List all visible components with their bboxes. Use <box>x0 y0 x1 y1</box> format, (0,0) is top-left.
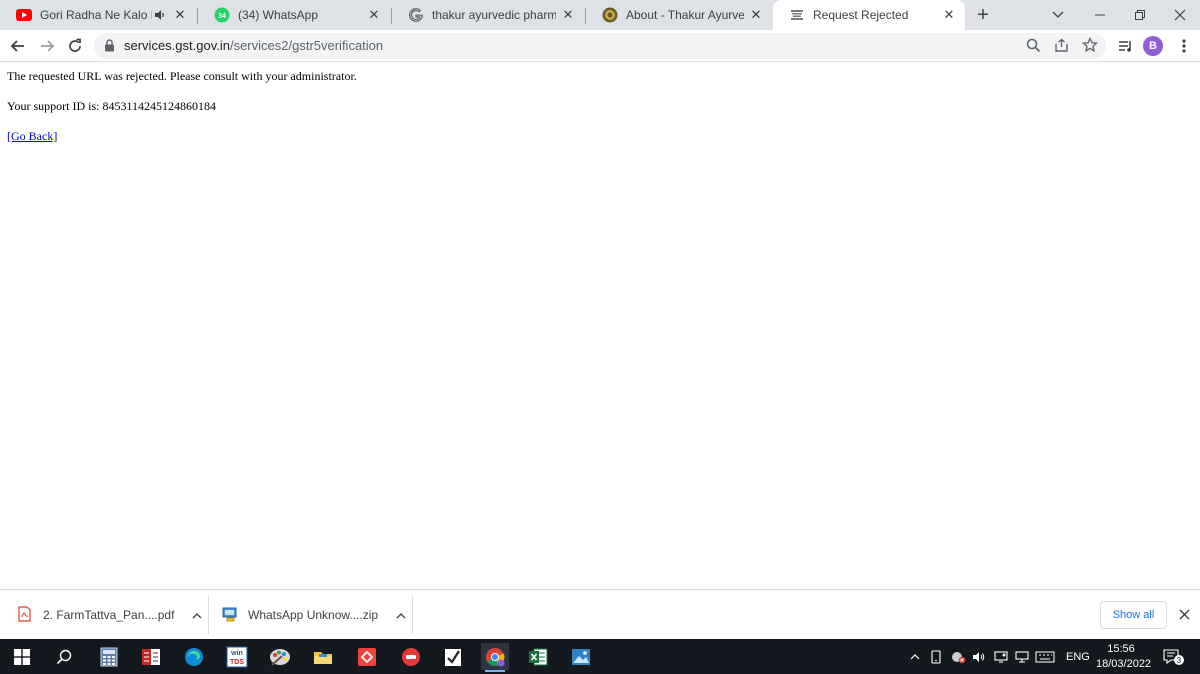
download-separator <box>412 596 413 634</box>
emblem-icon <box>789 7 805 23</box>
speaker-icon[interactable] <box>154 9 168 21</box>
close-tab-icon[interactable]: ✕ <box>560 7 576 23</box>
close-tab-icon[interactable]: ✕ <box>172 7 188 23</box>
pdf-file-icon <box>18 605 31 625</box>
display-icon[interactable] <box>994 639 1008 674</box>
notifications-count: 3 <box>1177 656 1182 665</box>
back-arrow-icon[interactable] <box>6 34 30 58</box>
menu-kebab-icon[interactable] <box>1172 34 1196 58</box>
clock-time: 15:56 <box>1107 643 1135 655</box>
tab-strip: Gori Radha Ne Kalo Kaan ✕ 34 (34) WhatsA… <box>0 0 1200 30</box>
keyboard-icon[interactable] <box>1035 639 1055 674</box>
close-tab-icon[interactable]: ✕ <box>366 7 382 23</box>
close-shelf-icon[interactable] <box>1175 605 1193 623</box>
search-icon[interactable] <box>50 643 78 670</box>
restore-icon[interactable] <box>1118 0 1162 30</box>
download-filename: 2. FarmTattva_Pan....pdf <box>43 608 175 622</box>
url-host: services.gst.gov.in <box>124 38 230 53</box>
tab-title: thakur ayurvedic pharmacy p <box>432 8 556 22</box>
download-item-zip[interactable]: WhatsApp Unknow....zip <box>222 590 406 640</box>
taskbar-clock[interactable]: 15:56 18/03/2022 <box>1096 642 1152 672</box>
browser-toolbar: services.gst.gov.in/services2/gstr5verif… <box>0 30 1200 62</box>
tab-title: Request Rejected <box>813 8 909 22</box>
bookmark-star-icon[interactable] <box>1081 36 1099 58</box>
tab-title: Gori Radha Ne Kalo Kaan <box>40 8 152 22</box>
close-window-icon[interactable] <box>1158 0 1200 30</box>
file-explorer-icon[interactable] <box>309 643 337 670</box>
windows-start-icon[interactable] <box>8 643 36 670</box>
input-language-indicator[interactable]: ENG <box>1066 639 1090 674</box>
chrome-icon[interactable] <box>481 643 509 672</box>
profile-avatar[interactable]: B <box>1143 36 1163 56</box>
rejection-message: The requested URL was rejected. Please c… <box>7 69 357 83</box>
paint-palette-icon[interactable] <box>266 643 294 670</box>
screen: Gori Radha Ne Kalo Kaan ✕ 34 (34) WhatsA… <box>0 0 1200 674</box>
forward-arrow-icon[interactable] <box>35 34 59 58</box>
tab-about[interactable]: About - Thakur Ayurvedic Ph ✕ <box>586 0 772 30</box>
network-icon[interactable] <box>1015 639 1029 674</box>
win-tds-bottom-label: TDS <box>230 659 244 666</box>
address-bar[interactable]: services.gst.gov.in/services2/gstr5verif… <box>94 33 1106 59</box>
phone-link-icon[interactable] <box>930 639 942 674</box>
win-tds-top-label: win <box>230 650 243 657</box>
tab-google-search[interactable]: thakur ayurvedic pharmacy p ✕ <box>392 0 584 30</box>
download-separator <box>208 596 209 634</box>
excel-icon[interactable] <box>524 643 552 670</box>
download-filename: WhatsApp Unknow....zip <box>248 608 379 622</box>
security-alert-icon[interactable] <box>950 639 966 674</box>
zip-file-icon <box>222 606 238 625</box>
google-icon <box>408 7 424 23</box>
tab-request-rejected[interactable]: Request Rejected ✕ <box>773 0 965 30</box>
tab-whatsapp[interactable]: 34 (34) WhatsApp ✕ <box>198 0 390 30</box>
photos-icon[interactable] <box>567 643 595 670</box>
page-content: The requested URL was rejected. Please c… <box>0 63 1200 589</box>
volume-icon[interactable] <box>972 639 986 674</box>
whatsapp-icon: 34 <box>214 7 230 23</box>
checklist-icon[interactable] <box>439 643 467 670</box>
address-url: services.gst.gov.in/services2/gstr5verif… <box>124 38 383 53</box>
support-id: Your support ID is: 8453114245124860184 <box>7 99 217 113</box>
reload-icon[interactable] <box>63 34 87 58</box>
seal-icon <box>602 7 618 23</box>
notifications-icon[interactable]: 3 <box>1163 639 1185 674</box>
calculator-icon[interactable] <box>95 643 123 670</box>
download-shelf: 2. FarmTattva_Pan....pdf WhatsApp Unknow… <box>0 589 1200 639</box>
reading-list-icon[interactable] <box>1114 34 1138 58</box>
close-tab-icon[interactable]: ✕ <box>748 7 764 23</box>
tab-youtube[interactable]: Gori Radha Ne Kalo Kaan ✕ <box>0 0 196 30</box>
share-icon[interactable] <box>1054 38 1069 58</box>
red-app-icon[interactable] <box>397 643 425 670</box>
windows-taskbar: win TDS ENG 15:56 18/03/2022 3 <box>0 639 1200 674</box>
go-back-link[interactable]: [Go Back] <box>7 129 57 143</box>
new-tab-button[interactable]: + <box>973 5 993 25</box>
youtube-icon <box>16 7 32 23</box>
tab-title: (34) WhatsApp <box>238 8 319 22</box>
download-item-pdf[interactable]: 2. FarmTattva_Pan....pdf <box>18 590 202 640</box>
show-hidden-icons-icon[interactable] <box>910 639 920 674</box>
anydesk-icon[interactable] <box>353 643 381 670</box>
clock-date: 18/03/2022 <box>1096 658 1152 670</box>
win-tds-icon[interactable]: win TDS <box>223 643 251 670</box>
minimize-icon[interactable] <box>1078 0 1122 30</box>
whatsapp-badge: 34 <box>218 13 226 20</box>
tab-search-icon[interactable] <box>1036 0 1080 30</box>
url-path: /services2/gstr5verification <box>229 38 384 53</box>
running-indicator <box>485 670 505 672</box>
zoom-icon[interactable] <box>1026 38 1041 58</box>
close-tab-icon[interactable]: ✕ <box>941 7 957 23</box>
lock-icon[interactable] <box>104 39 115 57</box>
show-all-button[interactable]: Show all <box>1100 601 1167 629</box>
ledger-book-icon[interactable] <box>137 643 165 670</box>
edge-browser-icon[interactable] <box>180 643 208 670</box>
chevron-up-icon[interactable] <box>192 608 202 622</box>
tab-title: About - Thakur Ayurvedic Ph <box>626 8 744 22</box>
chevron-up-icon[interactable] <box>396 608 406 622</box>
